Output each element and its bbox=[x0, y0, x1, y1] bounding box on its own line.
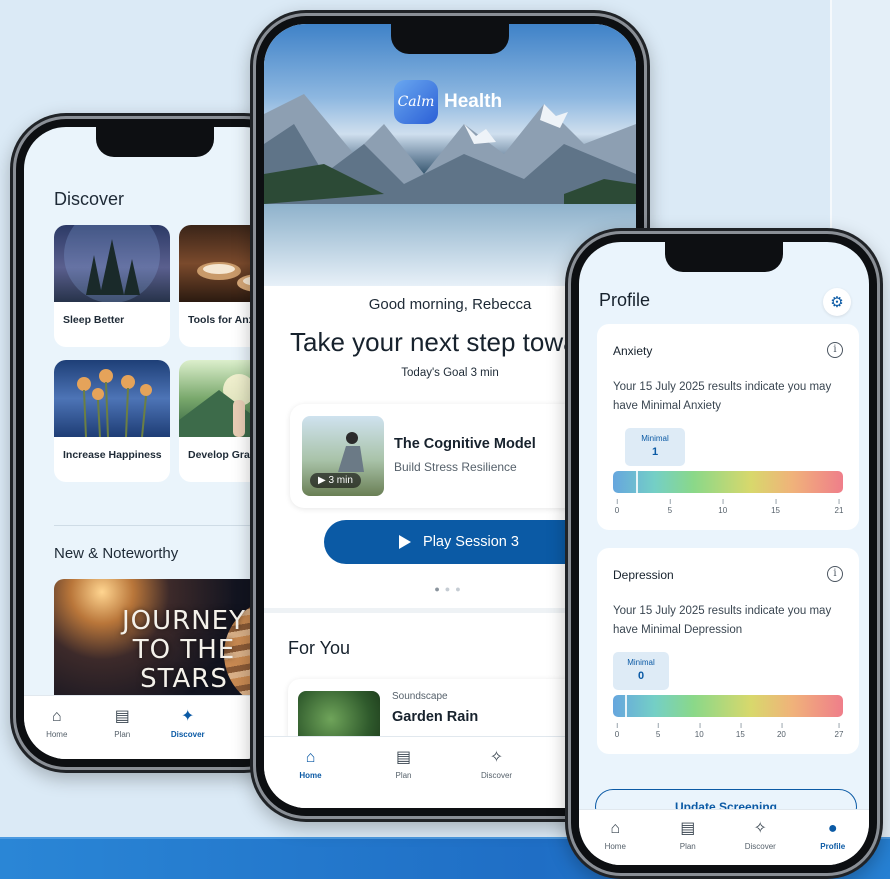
scale-tick-label: 27 bbox=[835, 723, 843, 739]
profile-icon: ● bbox=[827, 820, 838, 837]
bottom-nav: ⌂ Home ▤ Plan ✧ Discover ● Profile bbox=[579, 809, 869, 865]
card-title: Garden Rain bbox=[392, 709, 479, 725]
notch bbox=[665, 242, 783, 272]
nav-plan[interactable]: ▤ Plan bbox=[90, 696, 156, 759]
sparkle-icon: ✧ bbox=[489, 749, 504, 766]
score-scale bbox=[613, 695, 843, 717]
info-icon[interactable]: i bbox=[827, 342, 843, 358]
scale-tick-label: 10 bbox=[695, 723, 704, 739]
card-title: Anxiety bbox=[613, 344, 653, 358]
nav-plan[interactable]: ▤ Plan bbox=[357, 737, 450, 808]
home-icon: ⌂ bbox=[610, 820, 621, 837]
scale-tick-label: 15 bbox=[771, 499, 780, 515]
tile-image bbox=[54, 225, 170, 302]
home-icon: ⌂ bbox=[305, 749, 316, 766]
calm-health-logo: Calm Health bbox=[394, 80, 502, 124]
play-session-button[interactable]: Play Session 3 bbox=[324, 520, 594, 564]
settings-gear-icon[interactable]: ⚙ bbox=[823, 288, 851, 316]
duration-badge: ▶ 3 min bbox=[310, 473, 361, 488]
home-icon: ⌂ bbox=[51, 708, 62, 725]
flowers-icon bbox=[77, 369, 152, 437]
plan-icon: ▤ bbox=[395, 749, 412, 766]
card-category: Soundscape bbox=[392, 691, 448, 702]
section-title: For You bbox=[288, 638, 351, 658]
tile-label: Increase Happiness bbox=[63, 449, 162, 461]
nav-discover[interactable]: ✧ Discover bbox=[724, 810, 797, 865]
nav-discover[interactable]: ✧ Discover bbox=[450, 737, 543, 808]
card-description: Your 15 July 2025 results indicate you m… bbox=[613, 605, 832, 636]
page-title: Discover bbox=[54, 189, 125, 209]
discover-screen: Discover Sleep Better Tools for Anxiety … bbox=[24, 127, 286, 759]
scale-tick-label: 10 bbox=[718, 499, 727, 515]
bottom-nav: ⌂ Home ▤ Plan ✦ Discover bbox=[24, 695, 286, 759]
nav-discover[interactable]: ✦ Discover bbox=[155, 696, 221, 759]
scale-tick-label: 20 bbox=[777, 723, 786, 739]
play-icon bbox=[399, 535, 412, 549]
tile-increase-happiness[interactable]: Increase Happiness bbox=[54, 360, 170, 482]
night-tree-icon bbox=[64, 225, 160, 302]
nav-home[interactable]: ⌂ Home bbox=[579, 810, 652, 865]
tile-image bbox=[54, 360, 170, 437]
card-description: Your 15 July 2025 results indicate you m… bbox=[613, 381, 832, 412]
anxiety-card: Anxiety i Your 15 July 2025 results indi… bbox=[597, 324, 859, 530]
sparkle-icon: ✦ bbox=[181, 708, 195, 725]
nav-home[interactable]: ⌂ Home bbox=[264, 737, 357, 808]
info-icon[interactable]: i bbox=[827, 566, 843, 582]
plan-icon: ▤ bbox=[114, 708, 130, 725]
scale-tick-label: 15 bbox=[736, 723, 745, 739]
sparkle-icon: ✧ bbox=[753, 820, 767, 837]
notch bbox=[391, 24, 509, 54]
scale-tick-label: 0 bbox=[615, 723, 619, 739]
scale-tick-label: 0 bbox=[615, 499, 619, 515]
scale-ticks: 0 5 10 15 20 27 bbox=[613, 723, 843, 741]
logo-text: Health bbox=[444, 91, 503, 112]
session-title: The Cognitive Model bbox=[394, 436, 536, 452]
tile-sleep-better[interactable]: Sleep Better bbox=[54, 225, 170, 347]
nav-profile[interactable]: ● Profile bbox=[797, 810, 870, 865]
feature-title: JOURNEY TO THE STARS bbox=[122, 606, 246, 694]
nav-plan[interactable]: ▤ Plan bbox=[652, 810, 725, 865]
logo-mark: Calm bbox=[394, 80, 438, 124]
profile-screen: Profile ⚙ Anxiety i Your 15 July 2025 re… bbox=[579, 242, 869, 865]
card-title: Depression bbox=[613, 568, 674, 582]
session-thumbnail: ▶ 3 min bbox=[302, 416, 384, 496]
scale-tick-label: 5 bbox=[668, 499, 672, 515]
tile-label: Sleep Better bbox=[63, 314, 125, 326]
headline: Take your next step toward bbox=[290, 327, 601, 357]
page-title: Profile bbox=[599, 290, 651, 310]
score-badge: Minimal 0 bbox=[613, 652, 669, 690]
score-scale bbox=[613, 471, 843, 493]
scale-ticks: 0 5 10 15 21 bbox=[613, 499, 843, 517]
nav-home[interactable]: ⌂ Home bbox=[24, 696, 90, 759]
score-marker bbox=[635, 471, 638, 493]
session-subtitle: Build Stress Resilience bbox=[394, 460, 517, 474]
score-marker bbox=[625, 695, 627, 717]
section-title: New & Noteworthy bbox=[54, 545, 179, 562]
scale-tick-label: 21 bbox=[835, 499, 843, 515]
notch bbox=[96, 127, 214, 157]
phone-profile: Profile ⚙ Anxiety i Your 15 July 2025 re… bbox=[565, 228, 883, 879]
depression-card: Depression i Your 15 July 2025 results i… bbox=[597, 548, 859, 754]
scale-tick-label: 5 bbox=[656, 723, 660, 739]
score-badge: Minimal 1 bbox=[625, 428, 685, 466]
marketing-stage: Discover Sleep Better Tools for Anxiety … bbox=[0, 0, 890, 879]
plan-icon: ▤ bbox=[680, 820, 696, 837]
